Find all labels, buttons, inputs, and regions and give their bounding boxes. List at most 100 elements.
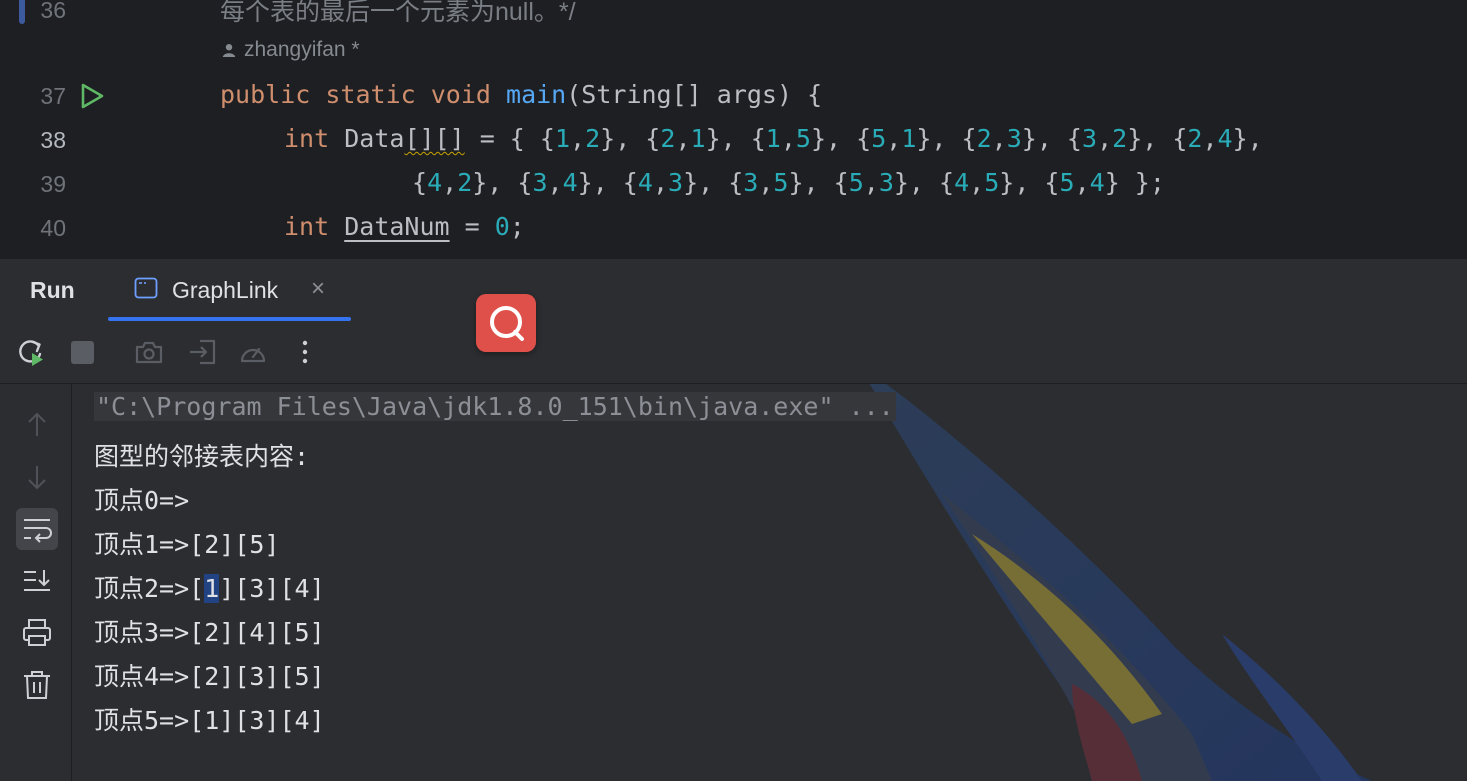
console-command-line: "C:\Program Files\Java\jdk1.8.0_151\bin\… [94,392,896,421]
line-number: 36 [40,0,66,23]
punctuation: , [675,124,691,153]
run-main-icon[interactable] [79,83,105,109]
line-number: 40 [40,215,66,241]
punctuation: }, { [1021,124,1082,153]
punctuation: , [780,124,796,153]
punctuation: , [991,124,1007,153]
code-line-39[interactable]: {4,2}, {3,4}, {4,3}, {3,5}, {5,3}, {4,5}… [412,168,1165,197]
punctuation: }, { [577,168,638,197]
number-literal: 4 [1217,124,1233,153]
rerun-icon[interactable] [16,337,46,367]
number-literal: 3 [743,168,759,197]
arrow-down-icon[interactable] [16,456,58,498]
array-brackets-warning: [][] [404,124,465,153]
array-initializer: = { {1,2}, {2,1}, {1,5}, {5,1}, {2,3}, {… [465,124,1263,153]
console-row: 顶点0=> [94,486,190,515]
semicolon: ; [509,212,525,241]
code-line-40[interactable]: int DataNum = 0; [284,212,525,241]
punctuation: }, { [999,168,1060,197]
punctuation: }, { [1127,124,1188,153]
soft-wrap-icon[interactable] [16,508,58,550]
number-literal: 1 [765,124,781,153]
variable-name: Data [344,124,405,153]
operator: = [449,212,495,241]
punctuation: }, [1232,124,1263,153]
coverage-icon[interactable] [238,337,268,367]
line-number: 37 [40,83,66,109]
keyword: public [220,80,311,109]
console-output[interactable]: "C:\Program Files\Java\jdk1.8.0_151\bin\… [72,384,1467,781]
scroll-to-end-icon[interactable] [16,560,58,602]
variable-name: DataNum [344,212,450,241]
keyword: int [284,124,330,153]
run-toolbar [0,321,1467,384]
console-row: 顶点1=>[2][5] [94,530,280,559]
punctuation: }, { [705,124,766,153]
number-literal: 5 [984,168,1000,197]
screenshot-icon[interactable] [134,337,164,367]
punctuation: , [570,124,586,153]
number-literal: 5 [848,168,864,197]
user-icon [222,44,236,58]
punctuation: , [758,168,774,197]
console-side-toolbar [0,384,72,781]
keyword: void [430,80,491,109]
author-name: zhangyifan * [244,38,360,61]
run-tool-window-header: Run GraphLink × [0,258,1467,322]
number-literal: 3 [1082,124,1098,153]
number-literal: 2 [585,124,601,153]
punctuation: , [863,168,879,197]
number-literal: 4 [954,168,970,197]
number-literal: 5 [871,124,887,153]
number-literal: 3 [1006,124,1022,153]
punctuation: , [547,168,563,197]
selected-text: 1 [204,574,220,603]
punctuation: , [1097,124,1113,153]
code-line-38[interactable]: int Data[][] = { {1,2}, {2,1}, {1,5}, {5… [284,124,1263,153]
code-comment: 每个表的最后一个元素为null。*/ [220,0,576,26]
punctuation: }, { [916,124,977,153]
number-literal: 4 [1089,168,1105,197]
print-icon[interactable] [16,612,58,654]
punctuation: { [412,168,428,197]
punctuation: }, { [810,124,872,153]
more-icon[interactable] [290,337,320,367]
number-literal: 2 [660,124,676,153]
console-row: 顶点2=>[1][3][4] [94,574,325,603]
close-icon[interactable]: × [311,275,325,303]
punctuation: }, { [472,168,533,197]
number-literal: 3 [532,168,548,197]
console-row: 顶点5=>[1][3][4] [94,706,325,735]
punctuation: , [1074,168,1090,197]
method-name: main [506,80,567,109]
number-literal: 4 [562,168,578,197]
number-literal: 3 [878,168,894,197]
punctuation: }, { [683,168,744,197]
punctuation: }, { [893,168,955,197]
trash-icon[interactable] [16,664,58,706]
number-literal: 1 [901,124,917,153]
stop-icon[interactable] [68,337,98,367]
punctuation: , [652,168,668,197]
punctuation: , [442,168,458,197]
punctuation: , [969,168,985,197]
floating-search-app[interactable] [476,294,536,352]
line-number: 39 [40,171,66,197]
search-icon [490,306,524,341]
code-line-37[interactable]: public static void main(String[] args) { [220,80,822,109]
number-literal: 3 [668,168,684,197]
code-editor[interactable]: 36 37 38 39 40 每个表的最后一个元素为null。*/ zhangy… [0,0,1467,258]
tab-label: GraphLink [172,277,279,303]
number-literal: 2 [1187,124,1203,153]
method-signature: (String[] args) { [566,80,823,109]
console-header: 图型的邻接表内容: [94,442,310,471]
punctuation: } }; [1104,168,1165,197]
tab-graphlink[interactable]: GraphLink × [108,259,351,321]
author-hint[interactable]: zhangyifan * [222,38,360,62]
number-literal: 0 [494,212,510,241]
keyword: int [284,212,330,241]
number-literal: 4 [637,168,653,197]
exit-icon[interactable] [188,337,218,367]
number-literal: 5 [773,168,789,197]
arrow-up-icon[interactable] [16,404,58,446]
